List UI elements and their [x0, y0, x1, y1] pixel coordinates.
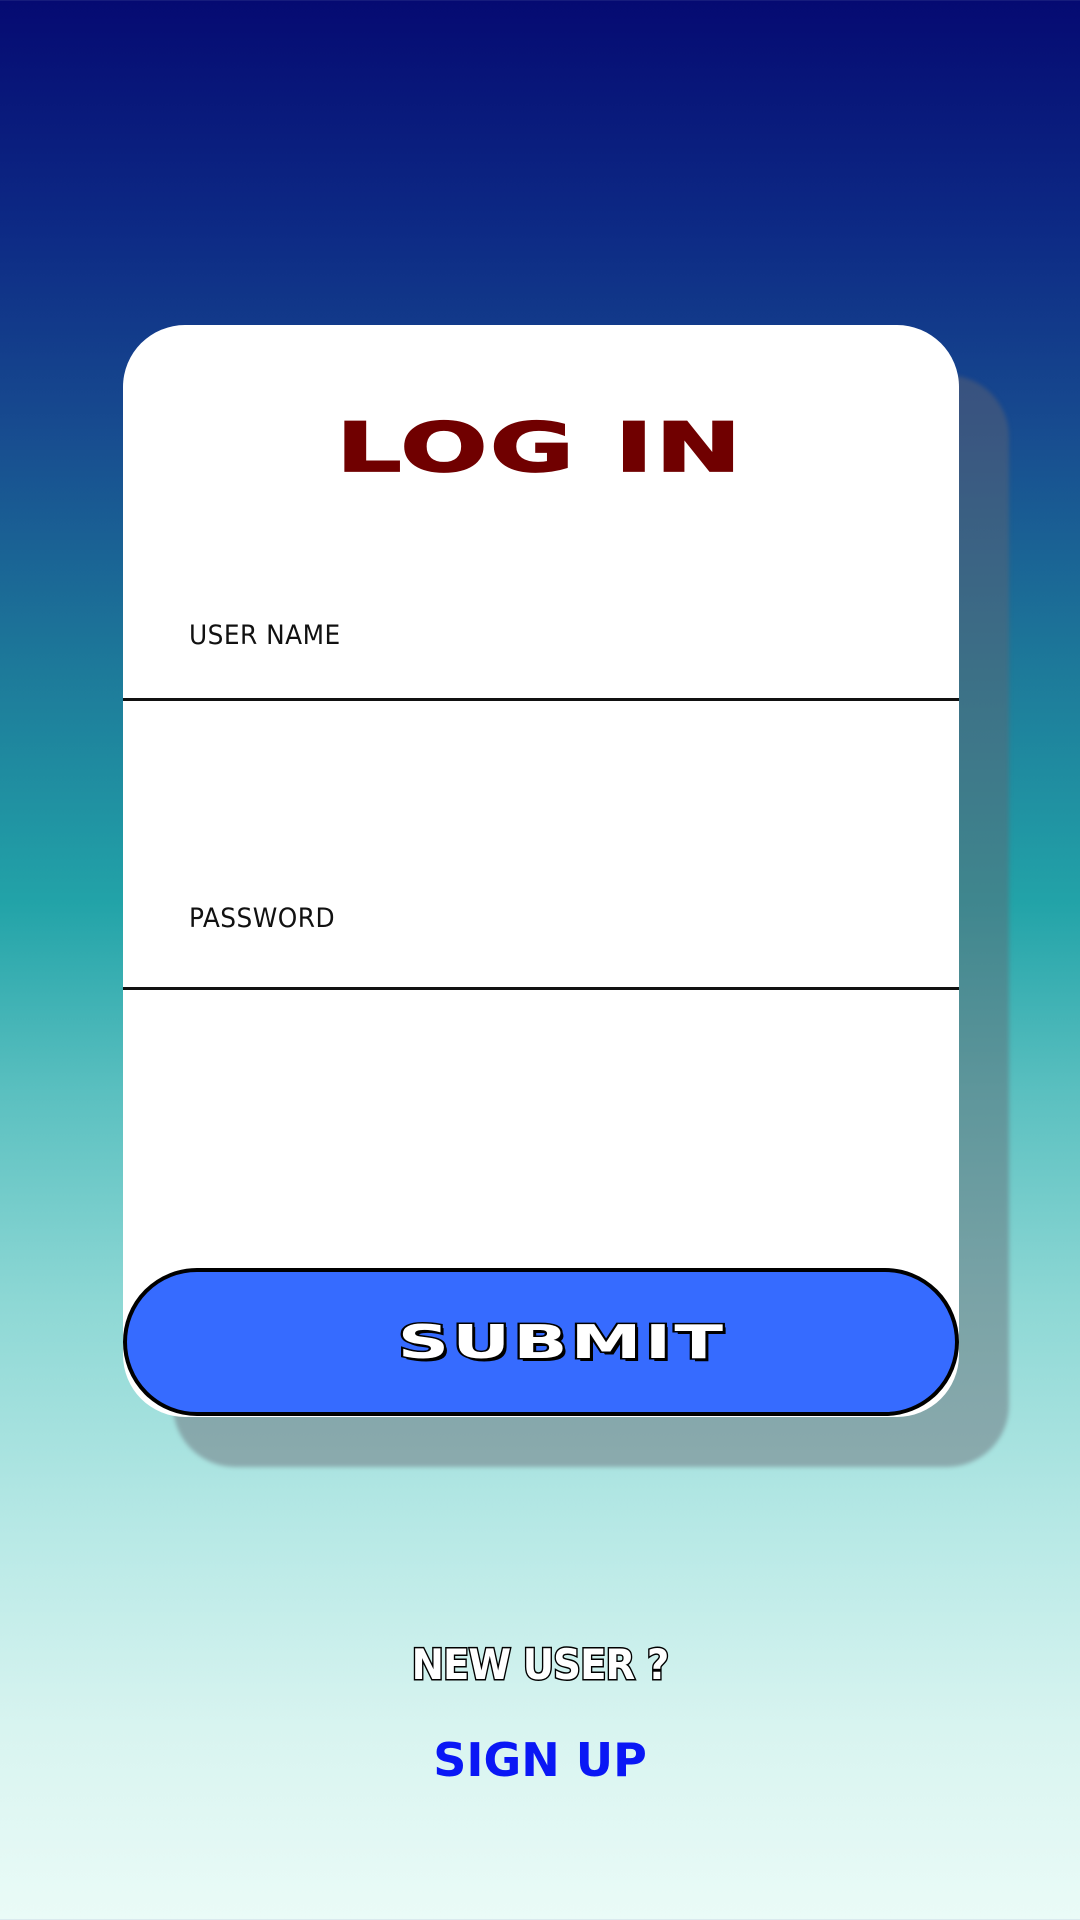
password-label: PASSWORD	[189, 903, 336, 934]
username-underline	[123, 698, 959, 701]
username-label: USER NAME	[189, 620, 341, 651]
sign-up-link[interactable]: SIGN UP	[0, 1733, 1080, 1787]
password-underline	[123, 987, 959, 990]
submit-button[interactable]: SUBMIT	[123, 1268, 959, 1416]
page-title: LOG IN	[335, 408, 744, 488]
submit-label: SUBMIT	[396, 1314, 727, 1371]
new-user-text: NEW USER ?	[410, 1639, 671, 1691]
